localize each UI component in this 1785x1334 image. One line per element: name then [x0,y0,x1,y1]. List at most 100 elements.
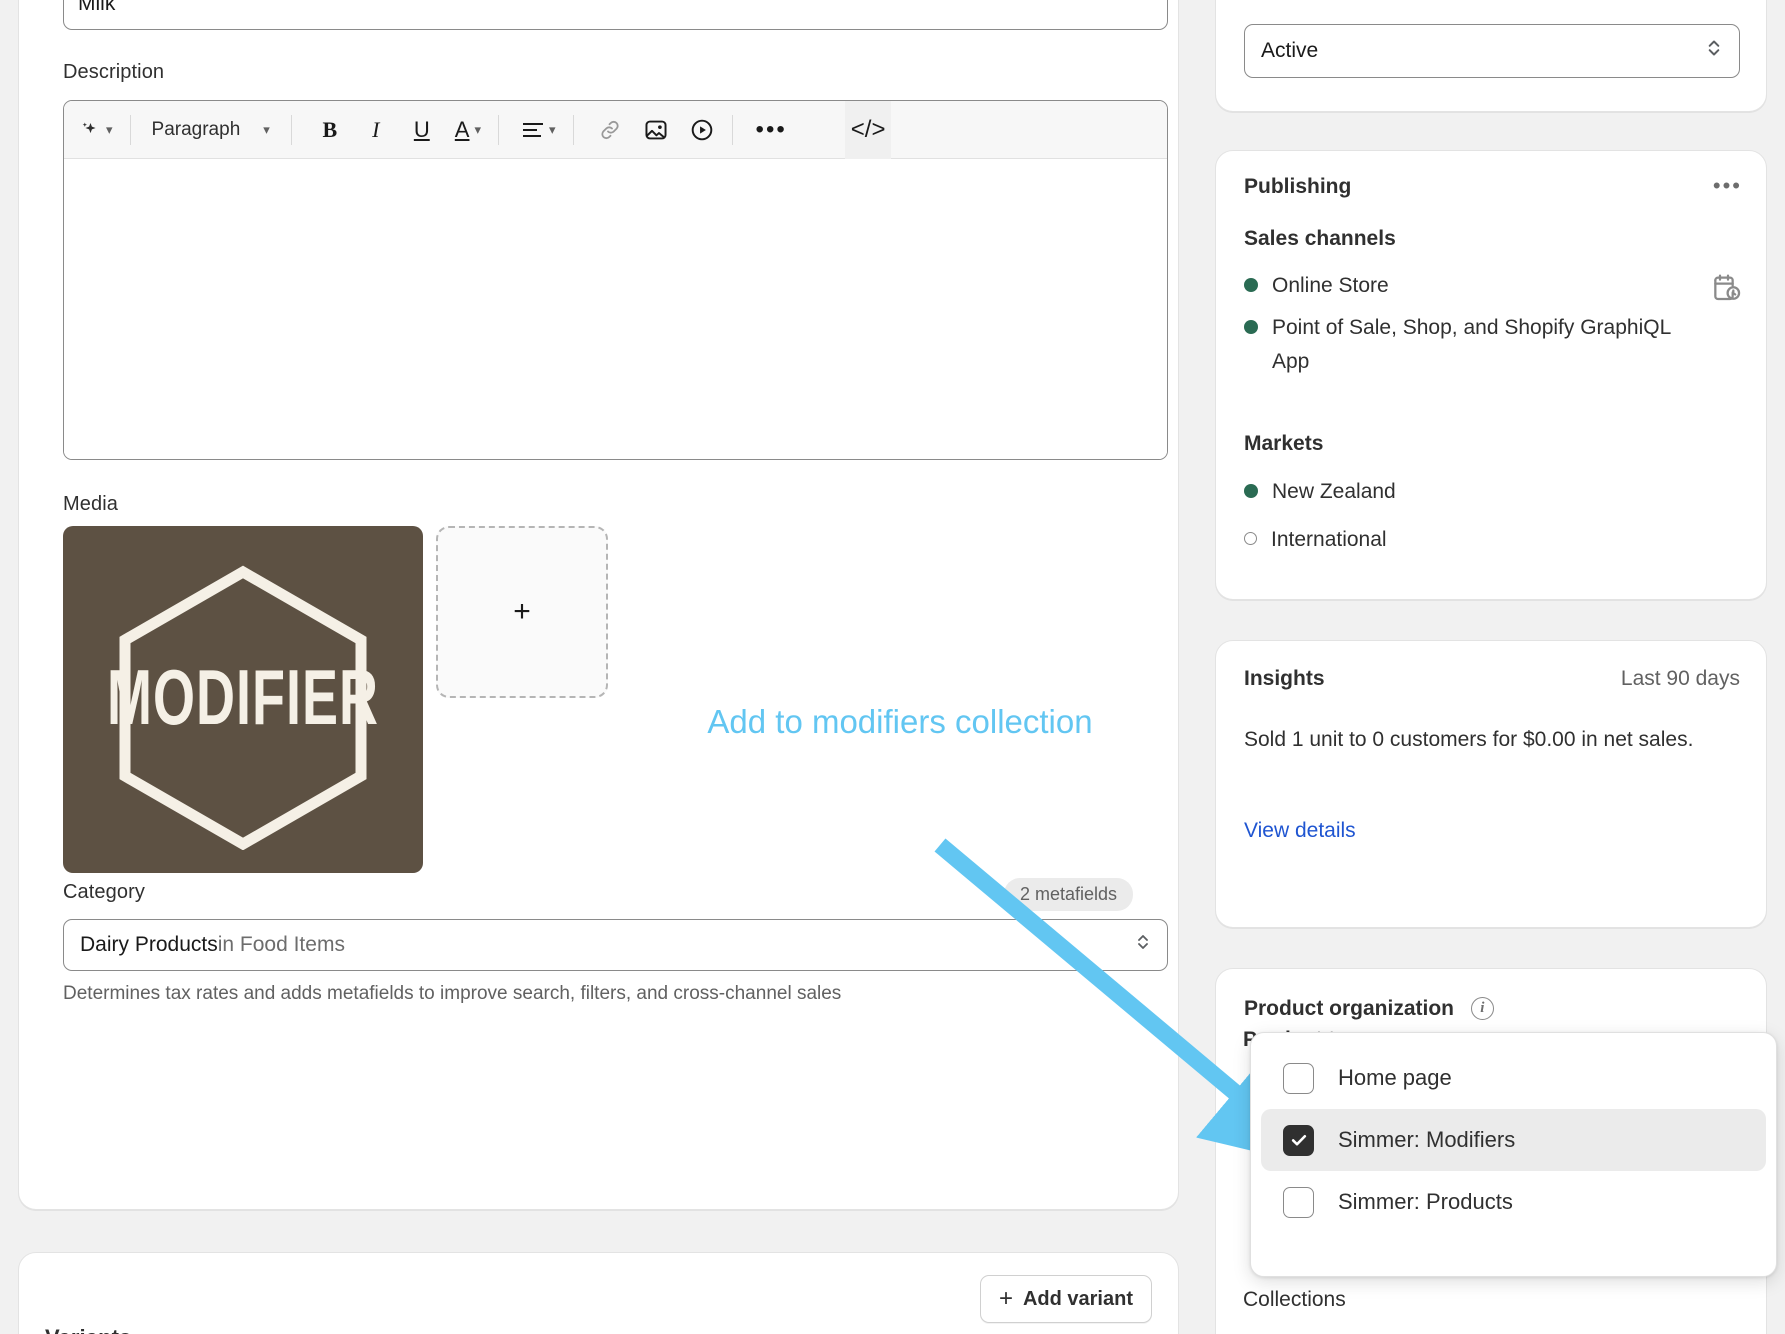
more-options-button[interactable]: ••• [750,111,793,149]
video-button[interactable] [683,111,721,149]
plus-icon: + [998,1285,1013,1312]
sales-channel-item[interactable]: Online Store [1244,269,1674,303]
collections-label: Collections [1243,1288,1346,1311]
collection-option-simmer-modifiers[interactable]: Simmer: Modifiers [1261,1109,1766,1171]
product-organization-title: Product organization i [1244,997,1494,1021]
product-organization-title-text: Product organization [1244,997,1454,1020]
add-variant-button[interactable]: + Add variant [979,1275,1152,1323]
text-color-button[interactable]: A ▾ [449,111,487,149]
left-column: Milk Description ▾ Paragraph ▾ B I U A ▾… [0,0,1197,1334]
category-help-text: Determines tax rates and adds metafields… [63,983,842,1004]
variants-card: Variants + Add variant [18,1252,1179,1334]
checkbox-unchecked-icon[interactable] [1283,1186,1314,1218]
editor-toolbar: ▾ Paragraph ▾ B I U A ▾ ▾ ••• </> [64,101,1167,159]
sales-channel-item[interactable]: Point of Sale, Shop, and Shopify GraphiQ… [1244,311,1684,379]
insights-card: Insights Last 90 days Sold 1 unit to 0 c… [1215,640,1767,928]
more-label: ••• [755,115,787,143]
category-select[interactable]: Dairy Products in Food Items [63,919,1168,971]
modifier-logo-image: MODIFIER [107,565,379,850]
block-style-dropdown[interactable]: Paragraph ▾ [142,111,280,149]
markets-label: Markets [1244,432,1324,455]
collection-option-label: Home page [1338,1065,1452,1090]
product-details-card: Milk Description ▾ Paragraph ▾ B I U A ▾… [18,0,1179,1210]
sales-channel-label: Point of Sale, Shop, and Shopify GraphiQ… [1272,316,1671,374]
add-variant-label: Add variant [1022,1287,1133,1310]
media-thumbnail[interactable]: MODIFIER [63,526,423,873]
publishing-card: Publishing ••• Sales channels Online Sto… [1215,150,1767,600]
market-item[interactable]: International [1244,523,1387,557]
collection-option-simmer-products[interactable]: Simmer: Products [1261,1171,1766,1233]
calendar-clock-icon[interactable] [1710,271,1742,308]
toolbar-divider [731,114,733,145]
link-icon [600,120,619,139]
status-dot-inactive-icon [1244,532,1257,545]
insights-body: Sold 1 unit to 0 customers for $0.00 in … [1244,728,1694,751]
toolbar-divider [498,114,500,145]
toolbar-divider [290,114,292,145]
status-dot-icon [1244,320,1258,334]
media-label: Media [63,493,118,515]
category-label: Category [63,881,145,903]
checkbox-checked-icon[interactable] [1283,1124,1314,1156]
view-details-link[interactable]: View details [1244,819,1356,843]
product-title-input[interactable]: Milk [63,0,1168,30]
annotation-text: Add to modifiers collection [707,703,1093,740]
variants-title: Variants [45,1325,131,1334]
underline-label: U [413,116,430,142]
checkbox-unchecked-icon[interactable] [1283,1062,1314,1094]
bold-button[interactable]: B [311,111,349,149]
sales-channels-label: Sales channels [1244,227,1396,250]
add-media-button[interactable]: + [436,526,608,698]
product-title-value: Milk [78,0,116,15]
block-style-label: Paragraph [151,118,241,140]
publishing-menu-button[interactable]: ••• [1713,173,1742,199]
italic-label: I [372,116,380,142]
italic-button[interactable]: I [357,111,395,149]
video-icon [691,119,712,140]
chevron-updown-icon [1705,35,1723,67]
svg-text:MODIFIER: MODIFIER [107,654,379,741]
text-color-label: A [454,116,470,142]
status-card: Active [1215,0,1767,112]
category-value-secondary: in Food Items [217,933,345,956]
toolbar-divider [572,114,574,145]
description-textarea[interactable] [64,159,1167,459]
image-button[interactable] [637,111,675,149]
publishing-title: Publishing [1244,175,1352,198]
description-editor[interactable]: ▾ Paragraph ▾ B I U A ▾ ▾ ••• </> [63,100,1168,460]
status-dot-icon [1244,484,1258,498]
underline-button[interactable]: U [403,111,441,149]
chevron-updown-icon [1135,930,1151,960]
link-button[interactable] [591,111,629,149]
chevron-down-icon: ▾ [263,121,270,137]
add-media-plus: + [513,595,531,628]
ai-sparkle-button[interactable]: ▾ [74,111,119,149]
description-label: Description [63,61,165,83]
bold-label: B [322,116,338,142]
status-value: Active [1261,39,1319,62]
collection-option-label: Simmer: Products [1338,1189,1513,1214]
status-select[interactable]: Active [1244,24,1740,78]
metafields-badge: 2 metafields [1003,878,1133,911]
toolbar-divider [129,114,131,145]
sales-channel-label: Online Store [1272,274,1389,297]
chevron-down-icon: ▾ [474,121,482,137]
align-left-icon [523,122,544,137]
code-view-button[interactable]: </> [844,101,892,159]
info-icon[interactable]: i [1470,997,1494,1020]
market-label: New Zealand [1272,480,1396,503]
collection-option-home-page[interactable]: Home page [1261,1047,1766,1109]
chevron-down-icon: ▾ [549,121,556,137]
insights-title: Insights [1244,667,1325,690]
collections-dropdown-popover: Home page Simmer: Modifiers Simmer: Prod… [1250,1032,1777,1277]
align-button[interactable]: ▾ [516,111,562,149]
status-dot-icon [1244,278,1258,292]
insights-period: Last 90 days [1620,667,1740,690]
column-gap [1197,0,1215,1334]
image-icon [645,120,667,139]
category-value-primary: Dairy Products [80,933,218,956]
market-item[interactable]: New Zealand [1244,475,1396,509]
chevron-down-icon: ▾ [106,121,113,137]
code-label: </> [850,115,886,143]
media-row: MODIFIER + [63,526,608,873]
